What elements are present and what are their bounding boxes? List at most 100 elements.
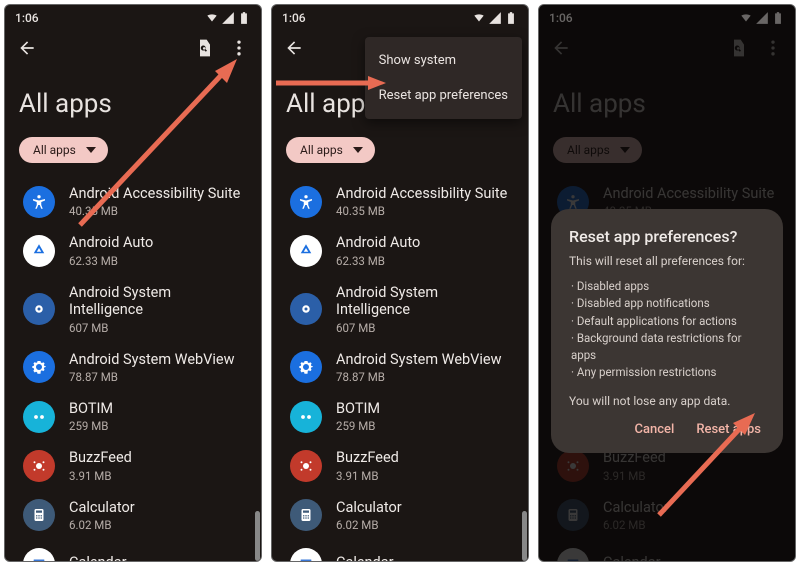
- app-list: Android Accessibility Suite40.35 MBAndro…: [272, 177, 528, 562]
- app-size: 607 MB: [336, 321, 514, 335]
- dialog-list-item: Disabled app notifications: [571, 295, 765, 312]
- reset-apps-button[interactable]: Reset apps: [696, 422, 761, 437]
- app-size: 78.87 MB: [336, 370, 502, 384]
- app-name: Android Auto: [336, 234, 420, 251]
- page-title: All apps: [5, 65, 261, 137]
- app-row[interactable]: Android System WebView 78.87 MB: [9, 343, 261, 392]
- app-row[interactable]: Calendar: [276, 540, 528, 562]
- app-list: Android Accessibility Suite40.35 MBAndro…: [5, 177, 261, 562]
- app-row[interactable]: Calendar: [9, 540, 261, 562]
- app-size: 78.87 MB: [69, 370, 235, 384]
- app-row[interactable]: BOTIM 259 MB: [276, 392, 528, 441]
- scrollbar-thumb[interactable]: [522, 511, 527, 561]
- clock: 1:06: [282, 11, 306, 25]
- back-arrow-icon: [17, 38, 37, 58]
- filter-chip[interactable]: All apps: [19, 137, 108, 163]
- status-bar: 1:06: [272, 5, 528, 31]
- dialog-list-item: Any permission restrictions: [571, 364, 765, 381]
- dialog-reset-list: Disabled apps Disabled app notifications…: [569, 278, 765, 382]
- signal-icon: [221, 11, 235, 25]
- app-row[interactable]: Android System Intelligence 607 MB: [9, 276, 261, 343]
- dialog-actions: Cancel Reset apps: [569, 422, 765, 443]
- app-size: 40.35 MB: [69, 204, 240, 218]
- cancel-button[interactable]: Cancel: [635, 422, 675, 437]
- overflow-menu-button[interactable]: [225, 34, 253, 62]
- wifi-icon: [472, 11, 486, 25]
- status-icons: [472, 11, 518, 25]
- app-icon: [290, 186, 322, 218]
- scrollbar-thumb[interactable]: [255, 511, 260, 561]
- reset-preferences-dialog: Reset app preferences? This will reset a…: [551, 209, 783, 453]
- app-icon: [290, 401, 322, 433]
- wifi-icon: [205, 11, 219, 25]
- dialog-title: Reset app preferences?: [569, 227, 765, 246]
- dialog-list-item: Default applications for actions: [571, 313, 765, 330]
- app-size: 6.02 MB: [69, 518, 135, 532]
- app-size: 40.35 MB: [336, 204, 507, 218]
- app-row[interactable]: Android Auto 62.33 MB: [9, 226, 261, 275]
- app-row[interactable]: Android Accessibility Suite 40.35 MB: [9, 177, 261, 226]
- app-size: 259 MB: [336, 419, 380, 433]
- app-row[interactable]: Android Accessibility Suite 40.35 MB: [276, 177, 528, 226]
- app-name: BOTIM: [336, 400, 380, 417]
- app-icon: [23, 186, 55, 218]
- app-row[interactable]: Android Auto62.33 MB: [276, 226, 528, 275]
- app-size: 62.33 MB: [69, 254, 153, 268]
- app-icon: [23, 235, 55, 267]
- app-row[interactable]: Android System WebView 78.87 MB: [276, 343, 528, 392]
- app-size: 607 MB: [69, 321, 247, 335]
- find-in-page-button[interactable]: [191, 34, 219, 62]
- menu-show-system[interactable]: Show system: [365, 43, 522, 78]
- dialog-list-item: Disabled apps: [571, 278, 765, 295]
- back-arrow-icon: [284, 38, 304, 58]
- screenshot-3: 1:06 All apps All apps Android Access: [538, 4, 796, 562]
- app-name: BOTIM: [69, 400, 113, 417]
- toolbar: [5, 31, 261, 65]
- back-button[interactable]: [280, 34, 308, 62]
- more-vert-icon: [229, 38, 249, 58]
- filter-chip[interactable]: All apps: [286, 137, 375, 163]
- status-icons: [205, 11, 251, 25]
- app-icon: [23, 548, 55, 562]
- app-name: Android Auto: [69, 234, 153, 251]
- app-name: BuzzFeed: [69, 449, 132, 466]
- app-icon: [290, 293, 322, 325]
- screenshot-1: 1:06 All apps All apps Android Access: [4, 4, 262, 562]
- app-icon: [23, 499, 55, 531]
- app-icon: [23, 450, 55, 482]
- app-size: 3.91 MB: [69, 469, 132, 483]
- app-name: Android System WebView: [69, 351, 235, 368]
- app-row[interactable]: Calculator6.02 MB: [9, 491, 261, 540]
- app-name: Android System Intelligence: [336, 284, 514, 319]
- app-row[interactable]: BOTIM259 MB: [9, 392, 261, 441]
- app-icon: [290, 450, 322, 482]
- app-name: Calendar: [69, 554, 127, 562]
- find-in-page-icon: [195, 38, 215, 58]
- app-icon: [23, 293, 55, 325]
- filter-chip-label: All apps: [300, 143, 343, 157]
- app-name: Calculator: [336, 499, 402, 516]
- dialog-subtitle: This will reset all preferences for:: [569, 254, 765, 268]
- app-row[interactable]: BuzzFeed 3.91 MB: [276, 441, 528, 490]
- filter-chip-label: All apps: [33, 143, 76, 157]
- app-name: Android System WebView: [336, 351, 502, 368]
- caret-down-icon: [353, 145, 363, 155]
- app-name: Calendar: [336, 554, 394, 562]
- app-name: Android Accessibility Suite: [336, 185, 507, 202]
- app-icon: [290, 499, 322, 531]
- menu-reset-app-preferences[interactable]: Reset app preferences: [365, 78, 522, 113]
- app-icon: [23, 401, 55, 433]
- app-row[interactable]: Android System Intelligence 607 MB: [276, 276, 528, 343]
- app-name: BuzzFeed: [336, 449, 399, 466]
- signal-icon: [488, 11, 502, 25]
- dialog-note: You will not lose any app data.: [569, 394, 765, 408]
- back-button[interactable]: [13, 34, 41, 62]
- app-row[interactable]: BuzzFeed 3.91 MB: [9, 441, 261, 490]
- app-name: Android Accessibility Suite: [69, 185, 240, 202]
- app-size: 3.91 MB: [336, 469, 399, 483]
- battery-icon: [237, 11, 251, 25]
- app-icon: [290, 351, 322, 383]
- clock: 1:06: [15, 11, 39, 25]
- app-name: Android System Intelligence: [69, 284, 247, 319]
- app-row[interactable]: Calculator6.02 MB: [276, 491, 528, 540]
